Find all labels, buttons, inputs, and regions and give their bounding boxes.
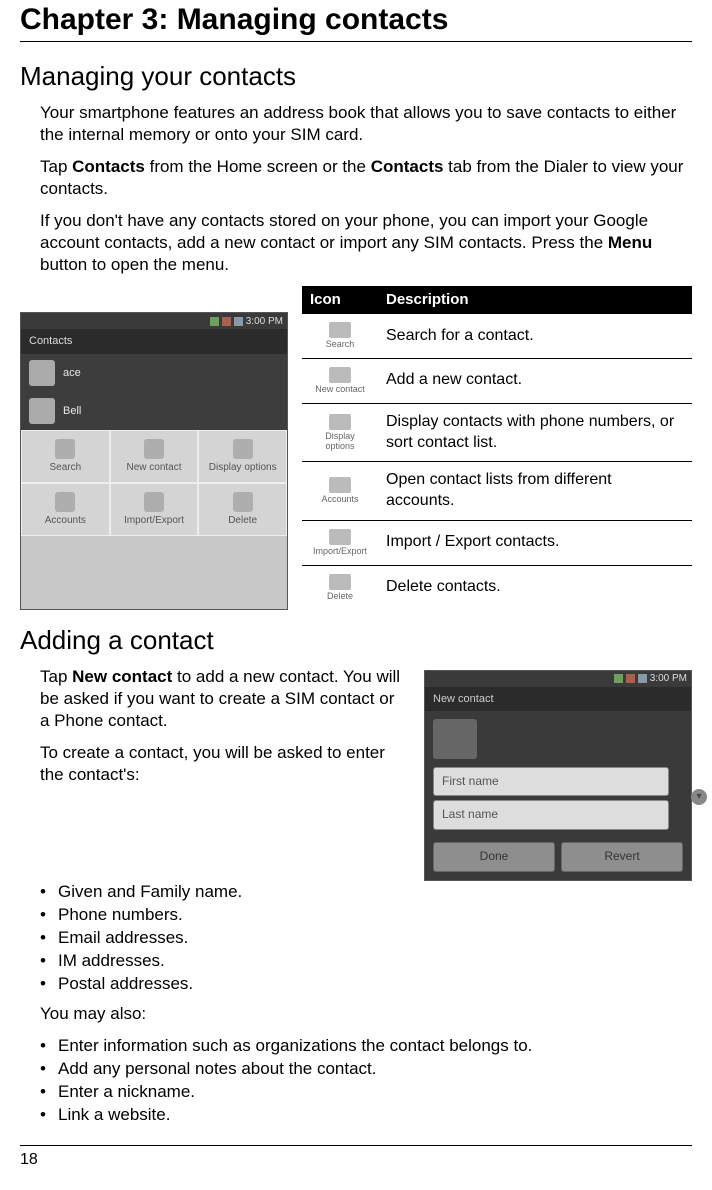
table-row: Accounts Open contact lists from differe… xyxy=(302,462,692,521)
status-icon xyxy=(210,317,219,326)
menu-item-search: Search xyxy=(21,430,110,483)
list-icon xyxy=(329,414,351,430)
paragraph: Tap New contact to add a new contact. Yo… xyxy=(40,666,406,732)
page-number: 18 xyxy=(20,1151,38,1168)
import-export-icon xyxy=(329,529,351,545)
search-icon xyxy=(329,322,351,338)
status-bar: 3:00 PM xyxy=(425,671,691,687)
menu-item-accounts: Accounts xyxy=(21,483,110,536)
trash-icon xyxy=(329,574,351,590)
list-item: Given and Family name. xyxy=(40,881,692,903)
status-icon xyxy=(614,674,623,683)
status-icon xyxy=(234,317,243,326)
accounts-icon xyxy=(329,477,351,493)
status-icon xyxy=(222,317,231,326)
table-row: Search Search for a contact. xyxy=(302,314,692,358)
paragraph: Tap Contacts from the Home screen or the… xyxy=(40,156,692,200)
paragraph: To create a contact, you will be asked t… xyxy=(40,742,406,786)
section-heading-adding: Adding a contact xyxy=(20,624,692,658)
status-icon xyxy=(638,674,647,683)
import-export-icon xyxy=(144,492,164,512)
contact-avatar-icon xyxy=(29,398,55,424)
screen-title: Contacts xyxy=(21,329,287,353)
contact-avatar-icon xyxy=(29,360,55,386)
table-row: New contact Add a new contact. xyxy=(302,358,692,403)
done-button: Done xyxy=(433,842,555,872)
table-cell-description: Delete contacts. xyxy=(378,565,692,609)
search-icon xyxy=(55,439,75,459)
plus-icon xyxy=(329,367,351,383)
chapter-title: Chapter 3: Managing contacts xyxy=(20,0,692,42)
table-header-icon: Icon xyxy=(302,286,378,314)
screenshot-new-contact: 3:00 PM New contact First name Last name… xyxy=(424,670,692,881)
bold-term: Contacts xyxy=(72,157,145,176)
expand-icon: ▾ xyxy=(691,789,707,805)
bullet-list: Enter information such as organizations … xyxy=(40,1035,692,1126)
status-time: 3:00 PM xyxy=(246,315,283,328)
list-item: Bell xyxy=(21,392,287,430)
bold-term: New contact xyxy=(72,667,172,686)
photo-placeholder-icon xyxy=(433,719,477,759)
status-bar: 3:00 PM xyxy=(21,313,287,329)
revert-button: Revert xyxy=(561,842,683,872)
list-item: Postal addresses. xyxy=(40,973,692,995)
list-icon xyxy=(233,439,253,459)
trash-icon xyxy=(233,492,253,512)
bullet-list: Given and Family name. Phone numbers. Em… xyxy=(40,881,692,995)
accounts-icon xyxy=(55,492,75,512)
table-row: Display options Display contacts with ph… xyxy=(302,403,692,462)
icon-description-table: Icon Description Search Search for a con… xyxy=(302,286,692,609)
table-cell-description: Display contacts with phone numbers, or … xyxy=(378,403,692,462)
table-cell-description: Add a new contact. xyxy=(378,358,692,403)
last-name-field: Last name xyxy=(433,800,669,830)
first-name-field: First name xyxy=(433,767,669,797)
section-heading-managing: Managing your contacts xyxy=(20,60,692,94)
list-item: Add any personal notes about the contact… xyxy=(40,1058,692,1080)
list-item: IM addresses. xyxy=(40,950,692,972)
list-item: Enter a nickname. xyxy=(40,1081,692,1103)
paragraph: If you don't have any contacts stored on… xyxy=(40,210,692,276)
table-cell-description: Import / Export contacts. xyxy=(378,520,692,565)
table-cell-description: Open contact lists from different accoun… xyxy=(378,462,692,521)
paragraph: Your smartphone features an address book… xyxy=(40,102,692,146)
menu-item-delete: Delete xyxy=(198,483,287,536)
menu-item-new-contact: New contact xyxy=(110,430,199,483)
menu-item-display-options: Display options xyxy=(198,430,287,483)
status-time: 3:00 PM xyxy=(650,672,687,685)
menu-grid: Search New contact Display options Accou… xyxy=(21,430,287,536)
table-row: Delete Delete contacts. xyxy=(302,565,692,609)
table-cell-description: Search for a contact. xyxy=(378,314,692,358)
plus-icon xyxy=(144,439,164,459)
table-row: Import/Export Import / Export contacts. xyxy=(302,520,692,565)
bold-term: Menu xyxy=(608,233,652,252)
screenshot-contacts: 3:00 PM Contacts ace Bell Search New con… xyxy=(20,312,288,609)
list-item: Link a website. xyxy=(40,1104,692,1126)
paragraph: You may also: xyxy=(40,1003,692,1025)
list-item: ace xyxy=(21,354,287,392)
menu-item-import-export: Import/Export xyxy=(110,483,199,536)
page-footer: 18 xyxy=(20,1145,692,1171)
status-icon xyxy=(626,674,635,683)
list-item: Phone numbers. xyxy=(40,904,692,926)
list-item: Enter information such as organizations … xyxy=(40,1035,692,1057)
screen-title: New contact xyxy=(425,687,691,711)
list-item: Email addresses. xyxy=(40,927,692,949)
table-header-description: Description xyxy=(378,286,692,314)
bold-term: Contacts xyxy=(371,157,444,176)
